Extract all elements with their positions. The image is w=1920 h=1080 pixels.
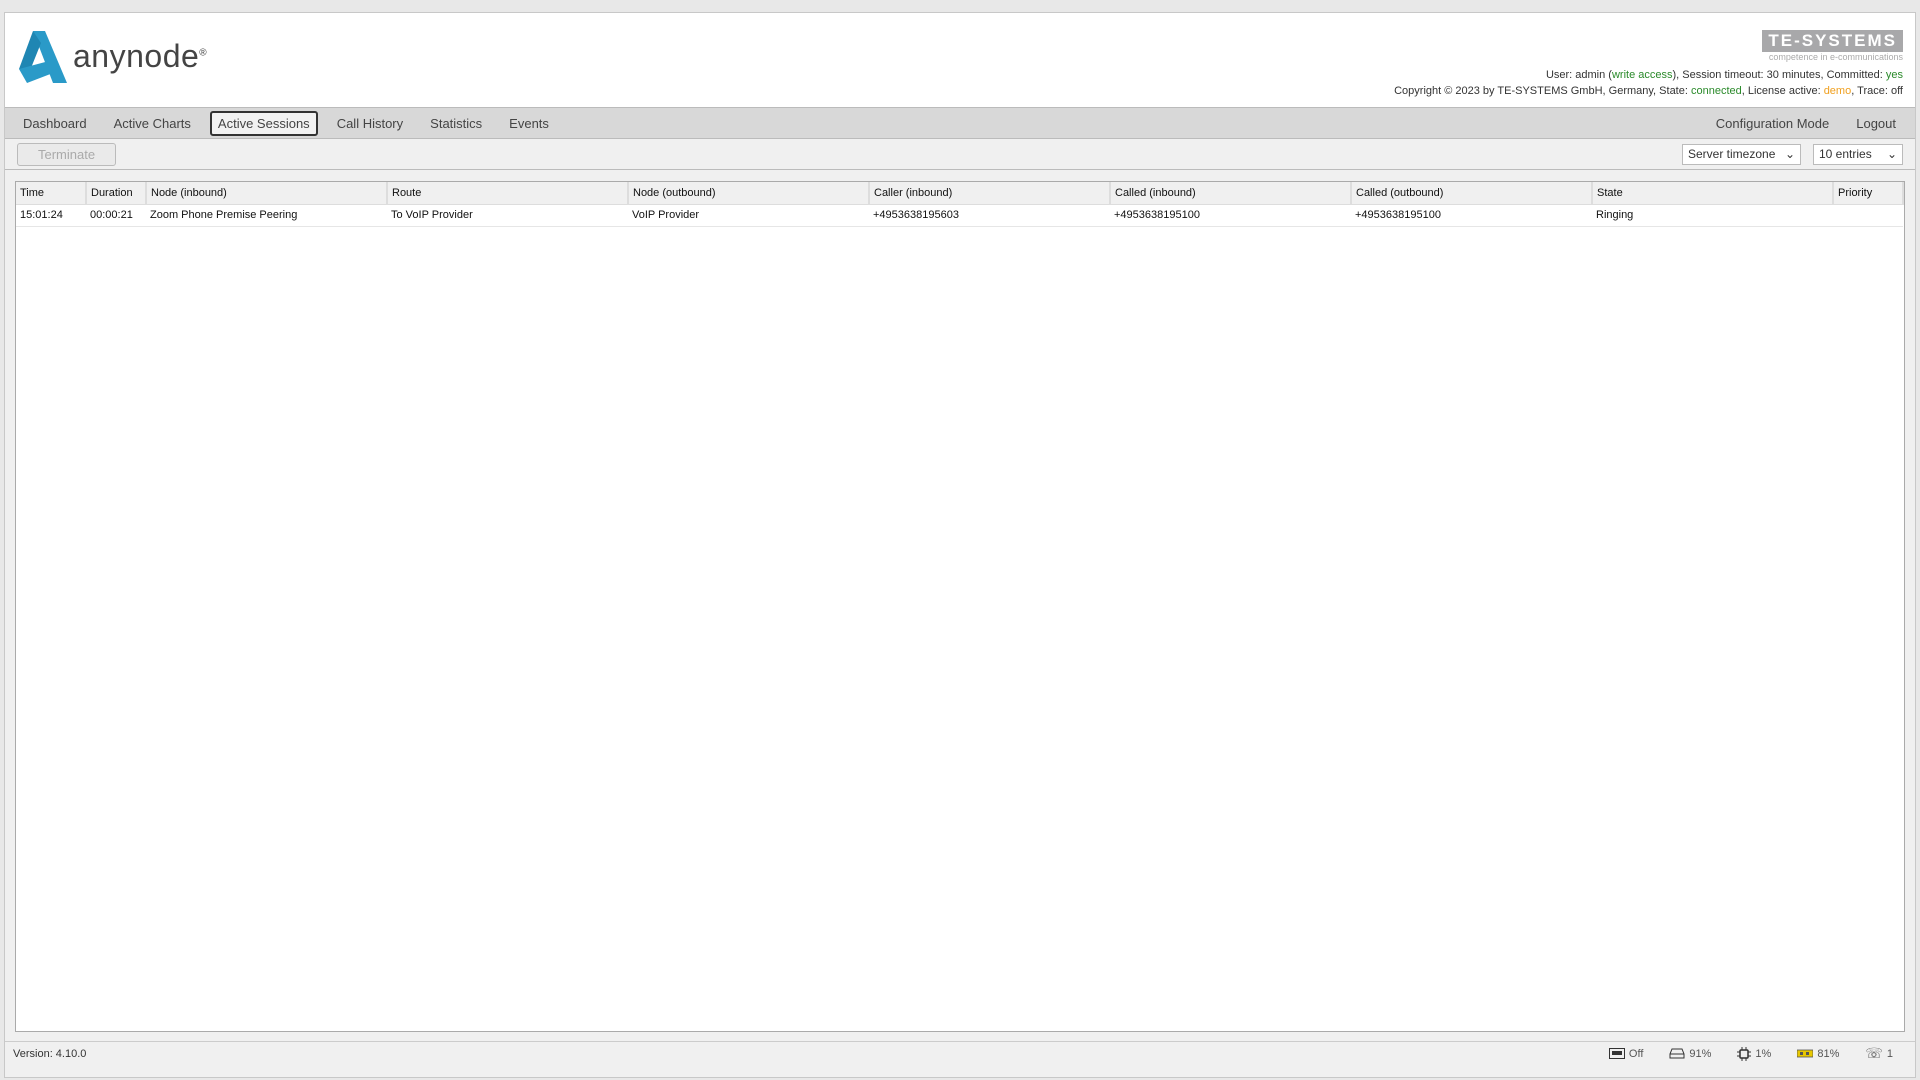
column-header[interactable]: Node (inbound) bbox=[146, 182, 388, 205]
tab-call-history[interactable]: Call History bbox=[329, 111, 411, 136]
entries-select[interactable]: 10 entries ⌄ bbox=[1813, 143, 1903, 165]
cell-time: 15:01:24 bbox=[16, 204, 86, 227]
memory-icon bbox=[1797, 1049, 1814, 1057]
recording-status: Off bbox=[1608, 1048, 1643, 1060]
chevron-down-icon: ⌄ bbox=[1784, 147, 1795, 161]
tab-statistics[interactable]: Statistics bbox=[422, 111, 490, 136]
logo-icon bbox=[19, 31, 67, 83]
hard-drive-icon bbox=[1669, 1048, 1685, 1059]
toolbar: Terminate Server timezone ⌄ 10 entries ⌄ bbox=[5, 139, 1915, 170]
column-header[interactable]: Called (inbound) bbox=[1110, 182, 1352, 205]
column-header[interactable]: Called (outbound) bbox=[1351, 182, 1593, 205]
logo-text: anynode® bbox=[73, 38, 208, 74]
anynode-logo[interactable]: anynode® bbox=[19, 31, 207, 83]
configuration-mode-link[interactable]: Configuration Mode bbox=[1708, 111, 1837, 136]
disk-status: 91% bbox=[1669, 1048, 1711, 1060]
table-row[interactable]: 15:01:24 00:00:21 Zoom Phone Premise Pee… bbox=[16, 204, 1903, 227]
cell-node-inbound: Zoom Phone Premise Peering bbox=[146, 204, 387, 227]
phone-icon: ☏ bbox=[1865, 1045, 1883, 1061]
cell-called-inbound: +4953638195100 bbox=[1110, 204, 1351, 227]
cell-duration: 00:00:21 bbox=[86, 204, 146, 227]
tab-active-charts[interactable]: Active Charts bbox=[106, 111, 199, 136]
cpu-icon bbox=[1737, 1046, 1752, 1061]
cell-state: Ringing bbox=[1592, 204, 1833, 227]
column-header[interactable]: Priority bbox=[1833, 182, 1904, 205]
calls-status: ☏ 1 bbox=[1865, 1045, 1893, 1061]
chevron-down-icon: ⌄ bbox=[1886, 147, 1897, 161]
user-info: User: admin (write access), Session time… bbox=[1545, 69, 1903, 81]
column-header[interactable]: Caller (inbound) bbox=[869, 182, 1111, 205]
column-header[interactable]: Route bbox=[387, 182, 629, 205]
column-header[interactable]: Time bbox=[16, 182, 87, 205]
main-nav: Dashboard Active Charts Active Sessions … bbox=[5, 108, 1915, 139]
tab-active-sessions[interactable]: Active Sessions bbox=[209, 110, 318, 136]
cassette-icon bbox=[1608, 1048, 1625, 1059]
cell-priority bbox=[1833, 204, 1903, 227]
sessions-table-container: Time Duration Node (inbound) Route Node … bbox=[15, 181, 1905, 1032]
cell-route: To VoIP Provider bbox=[387, 204, 628, 227]
version-label: Version: 4.10.0 bbox=[13, 1047, 87, 1060]
sessions-table: Time Duration Node (inbound) Route Node … bbox=[16, 182, 1904, 227]
cell-called-outbound: +4953638195100 bbox=[1351, 204, 1592, 227]
column-header[interactable]: Duration bbox=[86, 182, 147, 205]
cell-node-outbound: VoIP Provider bbox=[628, 204, 869, 227]
memory-status: 81% bbox=[1797, 1048, 1839, 1060]
copyright-info: Copyright © 2023 by TE-SYSTEMS GmbH, Ger… bbox=[1394, 85, 1903, 97]
column-header[interactable]: Node (outbound) bbox=[628, 182, 870, 205]
cell-caller-inbound: +4953638195603 bbox=[869, 204, 1110, 227]
column-header[interactable]: State bbox=[1592, 182, 1834, 205]
tab-dashboard[interactable]: Dashboard bbox=[15, 111, 95, 136]
app-frame: anynode® TE-SYSTEMS competence in e-comm… bbox=[4, 12, 1916, 1078]
terminate-button[interactable]: Terminate bbox=[17, 142, 117, 166]
tab-events[interactable]: Events bbox=[501, 111, 557, 136]
status-bar: Version: 4.10.0 Off 91% 1% 81% ☏ 1 bbox=[5, 1041, 1915, 1065]
logout-link[interactable]: Logout bbox=[1848, 111, 1904, 136]
cpu-status: 1% bbox=[1737, 1046, 1771, 1061]
te-systems-logo: TE-SYSTEMS competence in e-communication… bbox=[1762, 30, 1903, 62]
timezone-select[interactable]: Server timezone ⌄ bbox=[1682, 143, 1801, 165]
header: anynode® TE-SYSTEMS competence in e-comm… bbox=[5, 13, 1915, 108]
